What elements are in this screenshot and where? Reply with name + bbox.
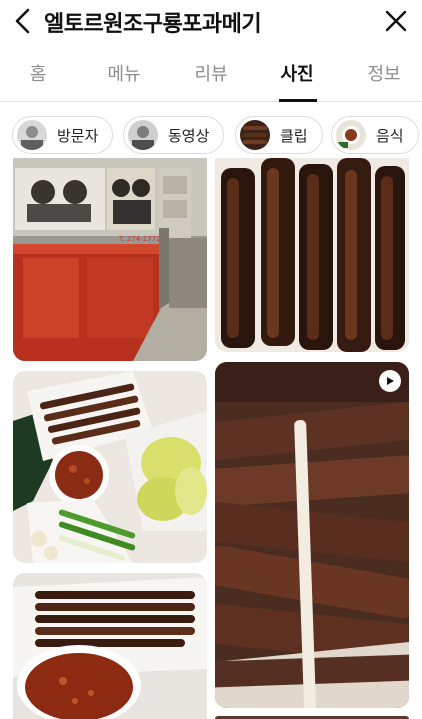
filter-chip-visitor[interactable]: 방문자 [12, 116, 114, 154]
filter-thumbnail [336, 120, 366, 150]
tab-info[interactable]: 정보 [367, 60, 400, 86]
tab-reviews[interactable]: 리뷰 [194, 60, 227, 86]
back-button[interactable] [6, 4, 40, 38]
filter-chip-food[interactable]: 음식 [331, 116, 419, 154]
filter-chip-label: 동영상 [168, 126, 210, 145]
photo-storefront[interactable]: T. 274-1772 [13, 158, 207, 361]
play-icon [387, 377, 394, 385]
filter-chip-label: 클립 [280, 126, 308, 145]
photo-platter-with-cabbage[interactable] [13, 371, 207, 563]
filter-chip-label: 방문자 [57, 126, 99, 145]
tab-photos[interactable]: 사진 [280, 60, 313, 86]
filter-thumbnail [128, 120, 158, 150]
filter-chip-clip[interactable]: 클립 [235, 116, 323, 154]
filter-chip-label: 음식 [376, 126, 404, 145]
photo-dried-fish-closeup[interactable] [215, 158, 409, 352]
active-tab-indicator [279, 99, 317, 102]
photo-platter-with-sauce[interactable] [13, 573, 207, 719]
filter-thumbnail [17, 120, 47, 150]
tab-home[interactable]: 홈 [30, 60, 47, 86]
video-badge [379, 370, 401, 392]
tab-bar: 홈 메뉴 리뷰 사진 정보 [0, 50, 422, 102]
filter-thumbnail [240, 120, 270, 150]
filter-chip-video[interactable]: 동영상 [123, 116, 225, 154]
page-title: 엘토르원조구룡포과메기 [44, 12, 262, 37]
close-icon [385, 10, 407, 32]
storefront-phone-text: T. 274-1772 [118, 235, 161, 243]
top-bar: 엘토르원조구룡포과메기 [0, 0, 422, 46]
tab-menu[interactable]: 메뉴 [107, 60, 140, 86]
photo-filter-bar: 방문자 동영상 클립 음식 [0, 114, 422, 158]
close-button[interactable] [380, 5, 412, 37]
chevron-left-icon [15, 8, 30, 34]
photo-video-chopstick[interactable] [215, 362, 409, 708]
